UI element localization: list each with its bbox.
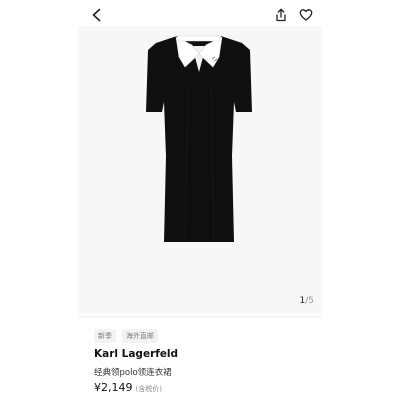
product-image bbox=[146, 35, 252, 242]
price-row: ¥2,149 (含税价) bbox=[94, 381, 162, 394]
share-button[interactable] bbox=[270, 4, 292, 26]
product-name: 经典领polo领连衣裙 bbox=[94, 368, 172, 378]
tax-note: (含税价) bbox=[135, 385, 162, 393]
chevron-left-icon bbox=[92, 8, 101, 22]
brand-name[interactable]: Karl Lagerfeld bbox=[94, 348, 178, 360]
back-button[interactable] bbox=[86, 4, 108, 26]
product-image-carousel[interactable]: 1/5 bbox=[78, 26, 322, 314]
tag-list: 新季 海外直邮 bbox=[94, 329, 158, 343]
product-detail-screen: 1/5 新季 海外直邮 Karl Lagerfeld 经典领polo领连衣裙 ¥… bbox=[78, 0, 322, 400]
favorite-button[interactable] bbox=[295, 4, 317, 26]
product-info-panel: 新季 海外直邮 Karl Lagerfeld 经典领polo领连衣裙 ¥2,14… bbox=[78, 316, 322, 400]
image-pager: 1/5 bbox=[299, 296, 314, 306]
share-icon bbox=[276, 8, 286, 22]
tag-overseas-direct: 海外直邮 bbox=[122, 329, 158, 343]
pager-total: 5 bbox=[308, 296, 314, 306]
price: ¥2,149 bbox=[94, 381, 133, 394]
tag-new-season: 新季 bbox=[94, 329, 116, 343]
heart-icon bbox=[299, 9, 313, 21]
